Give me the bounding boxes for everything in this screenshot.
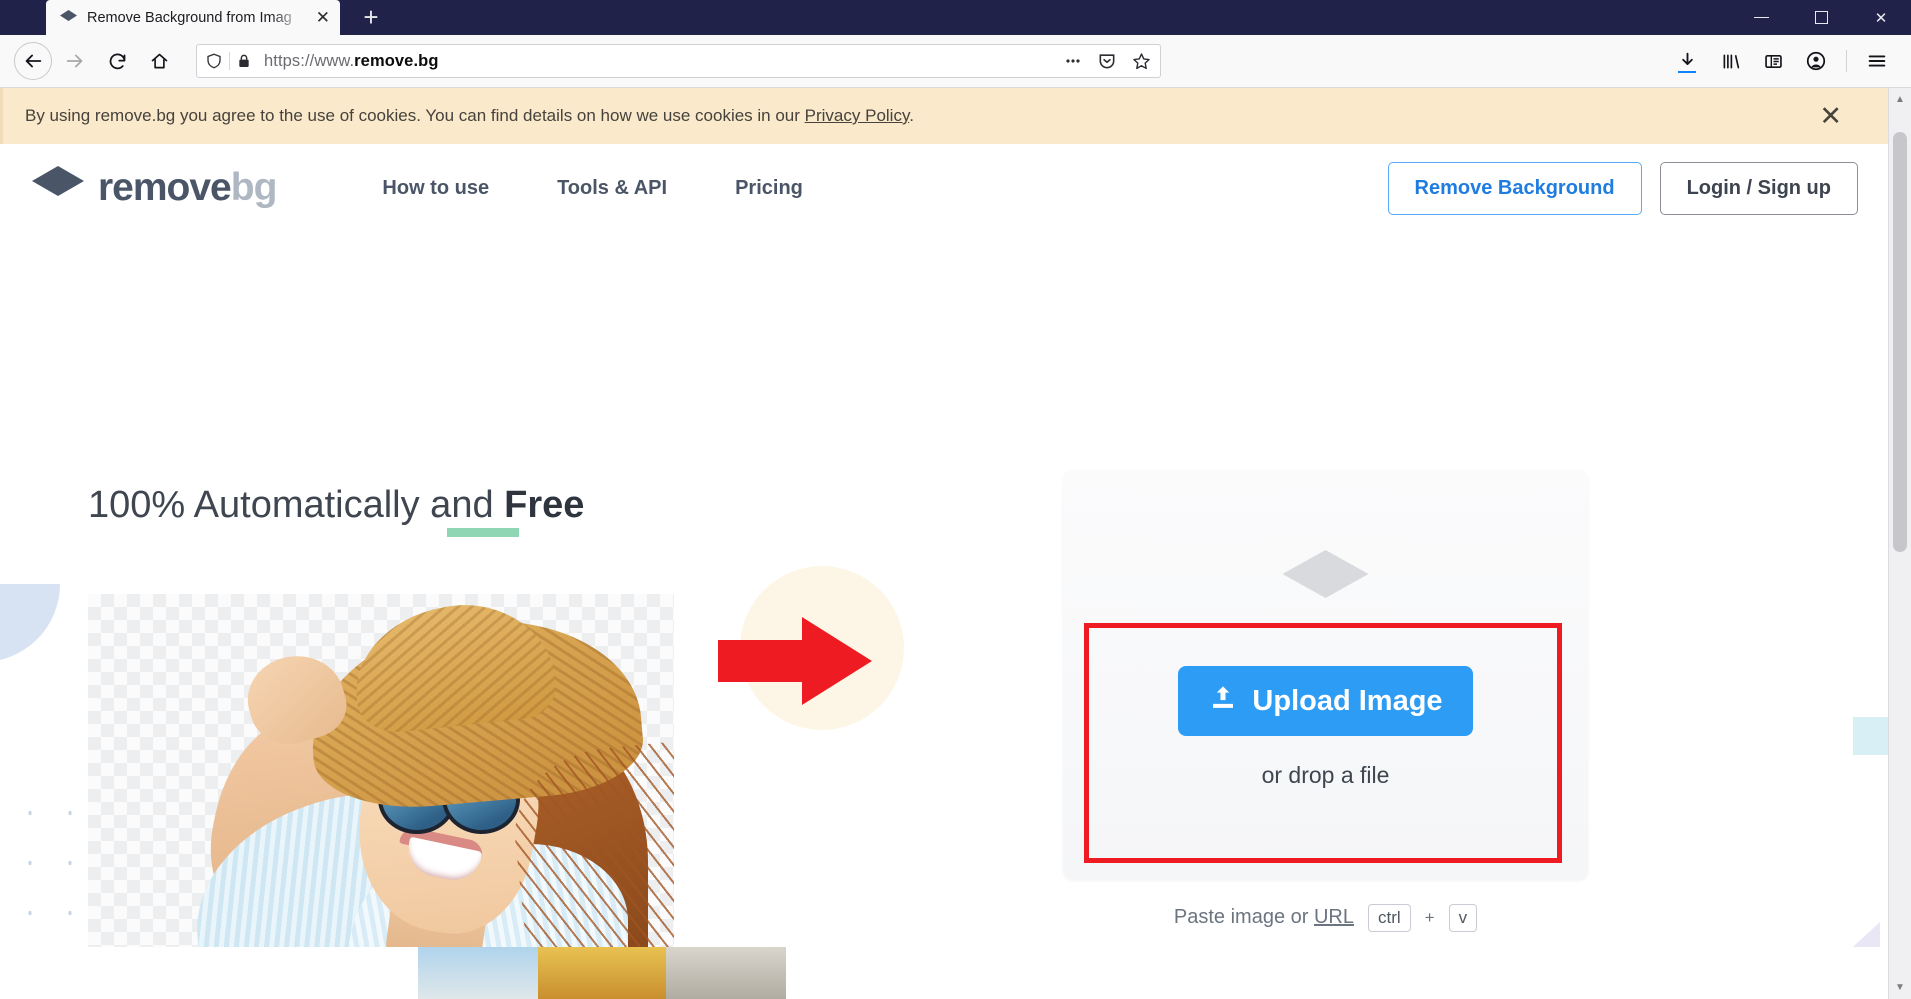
browser-toolbar-icons [1667, 42, 1897, 80]
preview-image-1 [418, 947, 538, 999]
browser-tab[interactable]: Remove Background from Imag ✕ [46, 0, 340, 35]
removebg-diamond-icon [60, 9, 77, 26]
upload-image-button[interactable]: Upload Image [1178, 666, 1473, 736]
browser-titlebar: Remove Background from Imag ✕ + ✕ [0, 0, 1911, 35]
cookie-close-icon[interactable]: ✕ [1819, 102, 1866, 130]
reload-button-icon[interactable] [98, 42, 136, 80]
logo-text-bg: bg [230, 166, 278, 209]
header-actions: Remove Background Login / Sign up [1387, 161, 1858, 215]
browser-navigation-bar: https://www.remove.bg [0, 35, 1911, 88]
shield-icon[interactable] [205, 52, 223, 70]
back-button-icon[interactable] [14, 42, 52, 80]
home-button-icon[interactable] [140, 42, 178, 80]
drop-file-text: or drop a file [1261, 762, 1390, 788]
removebg-diamond-icon [1282, 550, 1369, 622]
scrollbar-thumb[interactable] [1893, 132, 1907, 552]
upload-image-button-label: Upload Image [1252, 684, 1443, 717]
window-controls: ✕ [1731, 0, 1911, 35]
sidebar-icon[interactable] [1753, 42, 1793, 80]
paste-label-text: Paste image or [1173, 906, 1314, 929]
scroll-up-arrow-icon[interactable]: ▲ [1895, 94, 1905, 105]
decorative-square [1853, 717, 1888, 755]
downloads-icon[interactable] [1667, 42, 1707, 80]
kbd-ctrl: ctrl [1367, 904, 1411, 932]
cookie-text-after: . [909, 106, 914, 125]
paste-image-row: Paste image or URL ctrl + v [1063, 904, 1588, 932]
remove-background-button[interactable]: Remove Background [1387, 161, 1642, 215]
window-maximize-button[interactable] [1791, 0, 1851, 35]
headline-accent-underline [447, 528, 519, 537]
hero-section: 100% Automatically and Free Upload Image… [0, 232, 1888, 999]
page-viewport: By using remove.bg you agree to the use … [0, 88, 1888, 999]
cookie-privacy-policy-link[interactable]: Privacy Policy [805, 106, 910, 125]
paste-url-link[interactable]: URL [1314, 906, 1354, 928]
site-header: removebg How to use Tools & API Pricing … [0, 144, 1888, 232]
url-domain: remove.bg [354, 51, 439, 70]
kbd-plus: + [1424, 907, 1435, 927]
tab-close-icon[interactable]: ✕ [316, 9, 330, 26]
url-text[interactable]: https://www.remove.bg [258, 52, 1057, 71]
paste-label: Paste image or URL [1174, 906, 1354, 929]
cookie-text-before: By using remove.bg you agree to the use … [25, 106, 805, 125]
decorative-green-swoosh [878, 637, 944, 749]
main-navigation: How to use Tools & API Pricing [348, 169, 836, 208]
removebg-diamond-icon [32, 166, 84, 210]
preview-image-2 [538, 947, 666, 999]
logo-text-remove: remove [98, 166, 232, 209]
window-minimize-button[interactable] [1731, 0, 1791, 35]
headline-bold: Free [504, 484, 585, 526]
lock-icon[interactable] [236, 53, 252, 69]
library-icon[interactable] [1710, 42, 1750, 80]
nav-item-tools-api[interactable]: Tools & API [523, 169, 701, 208]
forward-button-icon[interactable] [56, 42, 94, 80]
menu-icon[interactable] [1857, 42, 1897, 80]
address-bar[interactable]: https://www.remove.bg [196, 44, 1161, 78]
nav-item-pricing[interactable]: Pricing [701, 169, 837, 208]
page-scrollbar[interactable]: ▲ ▼ [1888, 88, 1911, 999]
kbd-v: v [1448, 904, 1478, 932]
bookmark-star-icon[interactable] [1131, 51, 1152, 72]
hero-photo [88, 594, 674, 999]
account-icon[interactable] [1796, 42, 1836, 80]
cookie-notice-bar: By using remove.bg you agree to the use … [0, 88, 1888, 144]
logo-wordmark: removebg [98, 166, 278, 210]
upload-card[interactable]: Upload Image or drop a file [1063, 470, 1588, 880]
preview-image-3 [666, 947, 786, 999]
tab-title: Remove Background from Imag [87, 9, 292, 26]
photo-straw-hat-crown [348, 595, 560, 737]
next-section-preview [0, 947, 1888, 999]
browser-window: Remove Background from Imag ✕ + ✕ https:… [0, 0, 1911, 999]
page-title: 100% Automatically and Free [88, 484, 584, 527]
decorative-quarter-circle [0, 584, 60, 662]
scroll-down-arrow-icon[interactable]: ▼ [1895, 982, 1905, 993]
site-logo[interactable]: removebg [32, 166, 278, 210]
pocket-icon[interactable] [1097, 51, 1117, 71]
upload-icon [1208, 682, 1238, 720]
login-signup-button[interactable]: Login / Sign up [1659, 161, 1858, 215]
cookie-notice-text: By using remove.bg you agree to the use … [25, 106, 914, 126]
new-tab-button[interactable]: + [354, 0, 388, 34]
window-close-button[interactable]: ✕ [1851, 0, 1911, 35]
annotation-arrow-icon [718, 617, 874, 705]
nav-item-how-to-use[interactable]: How to use [348, 169, 523, 208]
headline-normal: 100% Automatically and [88, 484, 505, 526]
page-actions-icon[interactable] [1063, 51, 1083, 71]
